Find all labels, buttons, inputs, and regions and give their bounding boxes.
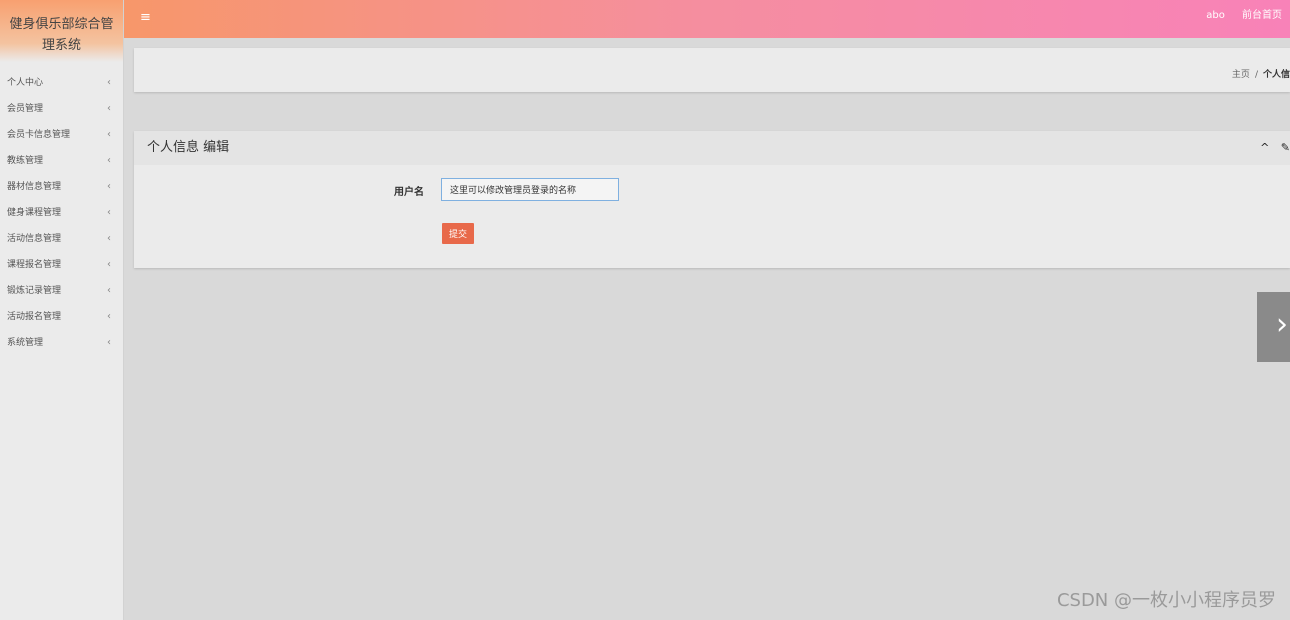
sidebar-item-label: 会员卡信息管理 — [7, 130, 71, 140]
sidebar-item-label: 课程报名管理 — [7, 260, 62, 270]
sidebar-item-label: 系统管理 — [7, 338, 44, 348]
submit-button[interactable]: 提交 — [442, 223, 474, 244]
chevron-left-icon: ‹ — [107, 129, 111, 140]
chevron-right-icon[interactable]: › — [1257, 292, 1290, 362]
sidebar-item-courses[interactable]: 健身课程管理 ‹ — [0, 200, 123, 226]
sidebar-item-course-signups[interactable]: 课程报名管理 ‹ — [0, 252, 123, 278]
user-name-link[interactable]: abo — [1206, 10, 1225, 21]
chevron-left-icon: ‹ — [107, 77, 111, 88]
chevron-left-icon: ‹ — [107, 259, 111, 270]
frontend-home-link[interactable]: 前台首页 — [1242, 10, 1282, 21]
app-title: 健身俱乐部综合管理系统 — [0, 0, 123, 62]
profile-edit-panel: 个人信息 编辑 ^ ✎ 用户名 提交 — [134, 131, 1290, 268]
sidebar-item-label: 个人中心 — [7, 78, 44, 88]
sidebar-menu: 个人中心 ‹ 会员管理 ‹ 会员卡信息管理 ‹ 教练管理 ‹ 器材信息管理 ‹ … — [0, 70, 123, 356]
chevron-left-icon: ‹ — [107, 155, 111, 166]
wrench-icon[interactable]: ✎ — [1281, 141, 1290, 154]
sidebar-item-label: 健身课程管理 — [7, 208, 62, 218]
topbar: ≡ abo 前台首页 — [124, 0, 1290, 38]
chevron-left-icon: ‹ — [107, 233, 111, 244]
chevron-left-icon: ‹ — [107, 337, 111, 348]
sidebar-item-label: 器材信息管理 — [7, 182, 62, 192]
panel-title: 个人信息 编辑 — [147, 140, 230, 155]
sidebar-item-label: 锻炼记录管理 — [7, 286, 62, 296]
watermark: CSDN @一枚小小程序员罗 — [1056, 590, 1276, 611]
breadcrumb-current: 个人信 — [1262, 70, 1290, 80]
chevron-left-icon: ‹ — [107, 207, 111, 218]
sidebar-item-personal-center[interactable]: 个人中心 ‹ — [0, 70, 123, 96]
sidebar-item-label: 教练管理 — [7, 156, 44, 166]
sidebar-item-system[interactable]: 系统管理 ‹ — [0, 330, 123, 356]
username-input[interactable] — [441, 178, 619, 201]
sidebar-item-label: 会员管理 — [7, 104, 44, 114]
breadcrumb-separator: / — [1254, 70, 1258, 80]
chevron-left-icon: ‹ — [107, 285, 111, 296]
menu-toggle-icon[interactable]: ≡ — [140, 9, 154, 27]
breadcrumb-home[interactable]: 主页 — [1232, 70, 1250, 80]
sidebar-item-label: 活动信息管理 — [7, 234, 62, 244]
panel-tools: ^ ✎ — [1252, 131, 1290, 165]
sidebar-item-equipment[interactable]: 器材信息管理 ‹ — [0, 174, 123, 200]
chevron-left-icon: ‹ — [107, 103, 111, 114]
panel-header: 个人信息 编辑 ^ ✎ — [134, 131, 1290, 165]
sidebar-item-workout-records[interactable]: 锻炼记录管理 ‹ — [0, 278, 123, 304]
sidebar-item-activity-signups[interactable]: 活动报名管理 ‹ — [0, 304, 123, 330]
sidebar-item-activities[interactable]: 活动信息管理 ‹ — [0, 226, 123, 252]
collapse-icon[interactable]: ^ — [1260, 141, 1269, 154]
chevron-left-icon: ‹ — [107, 181, 111, 192]
sidebar-item-members[interactable]: 会员管理 ‹ — [0, 96, 123, 122]
chevron-left-icon: ‹ — [107, 311, 111, 322]
sidebar-item-coaches[interactable]: 教练管理 ‹ — [0, 148, 123, 174]
topbar-links: abo 前台首页 — [1192, 0, 1282, 38]
sidebar-item-member-cards[interactable]: 会员卡信息管理 ‹ — [0, 122, 123, 148]
username-label: 用户名 — [394, 187, 424, 198]
sidebar-item-label: 活动报名管理 — [7, 312, 62, 322]
breadcrumb: 主页 / 个人信 — [1232, 67, 1290, 80]
breadcrumb-panel: 主页 / 个人信 — [134, 48, 1290, 92]
sidebar: 健身俱乐部综合管理系统 个人中心 ‹ 会员管理 ‹ 会员卡信息管理 ‹ 教练管理… — [0, 0, 124, 620]
